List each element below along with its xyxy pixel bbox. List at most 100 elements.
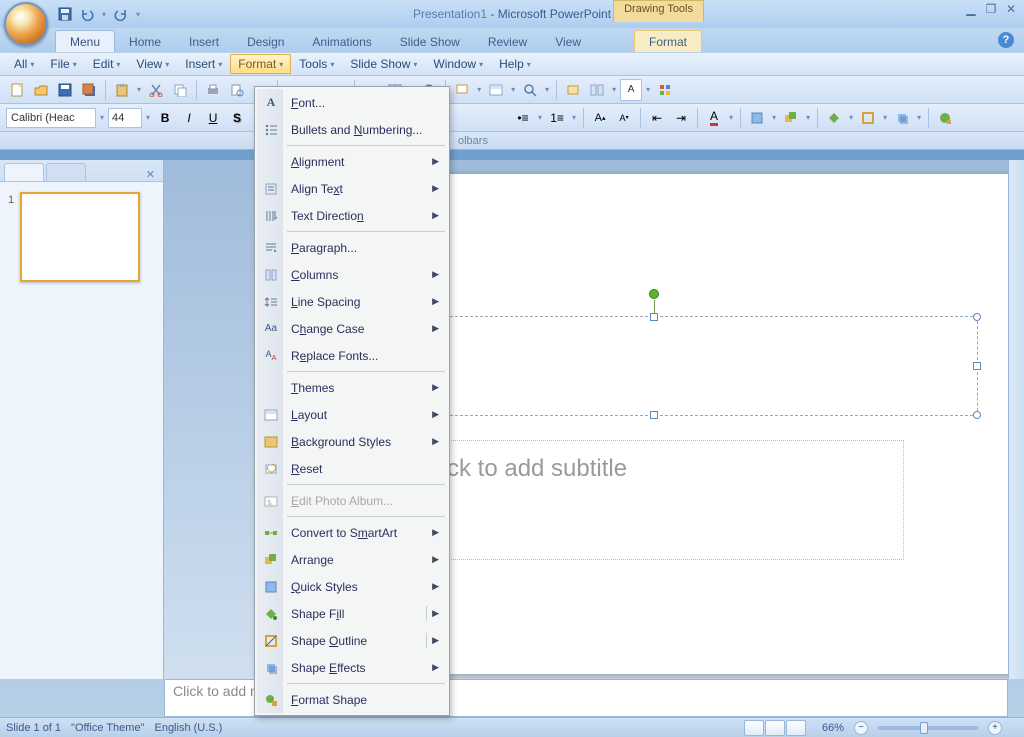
- menu-window[interactable]: Window▾: [425, 54, 491, 74]
- resize-handle-s[interactable]: [650, 411, 658, 419]
- menu-edit[interactable]: Edit▾: [85, 54, 129, 74]
- menu-tools[interactable]: Tools▾: [291, 54, 342, 74]
- arrange-toolbar-icon[interactable]: [780, 107, 802, 129]
- font-size-input[interactable]: [108, 108, 142, 128]
- grow-font-icon[interactable]: A▴: [589, 107, 611, 129]
- close-button[interactable]: ✕: [1004, 2, 1018, 16]
- ribbon-tab-slideshow[interactable]: Slide Show: [386, 31, 474, 52]
- numbering-icon[interactable]: 1≡: [546, 107, 568, 129]
- status-language[interactable]: English (U.S.): [154, 722, 222, 734]
- format-menu-item-3[interactable]: Alignment▶: [257, 148, 447, 175]
- menu-slideshow[interactable]: Slide Show▾: [342, 54, 425, 74]
- format-menu-item-8[interactable]: Columns▶: [257, 261, 447, 288]
- zoom-slider[interactable]: [878, 726, 978, 730]
- undo-icon[interactable]: [78, 5, 96, 23]
- sorter-view-button[interactable]: [765, 720, 785, 736]
- format-menu-item-4[interactable]: Align Text▶: [257, 175, 447, 202]
- save-icon[interactable]: [56, 5, 74, 23]
- menu-insert[interactable]: Insert▾: [177, 54, 230, 74]
- ribbon-tab-view[interactable]: View: [541, 31, 595, 52]
- format-menu-item-13[interactable]: Themes▶: [257, 374, 447, 401]
- zoom-percent[interactable]: 66%: [822, 722, 844, 734]
- menu-file[interactable]: File▾: [42, 54, 84, 74]
- ribbon-tab-animations[interactable]: Animations: [298, 31, 385, 52]
- menu-help[interactable]: Help▾: [491, 54, 539, 74]
- ribbon-tab-insert[interactable]: Insert: [175, 31, 233, 52]
- bold-button[interactable]: B: [154, 107, 176, 129]
- zoom-slider-thumb[interactable]: [920, 722, 928, 734]
- shape-outline-toolbar-icon[interactable]: [857, 107, 879, 129]
- italic-button[interactable]: I: [178, 107, 200, 129]
- saveas-icon[interactable]: [78, 79, 100, 101]
- shrink-font-icon[interactable]: A▾: [613, 107, 635, 129]
- format-shape-toolbar-icon[interactable]: [934, 107, 956, 129]
- minimize-button[interactable]: ▁: [964, 2, 978, 16]
- open-icon[interactable]: [30, 79, 52, 101]
- undo-split-icon[interactable]: ▾: [100, 10, 108, 19]
- new-icon[interactable]: [6, 79, 28, 101]
- new-window-icon[interactable]: [562, 79, 584, 101]
- quick-styles-toolbar-icon[interactable]: [746, 107, 768, 129]
- panel-tab-slides[interactable]: [4, 163, 44, 181]
- normal-view-button[interactable]: [744, 720, 764, 736]
- shape-effects-toolbar-icon[interactable]: [891, 107, 913, 129]
- paste-icon[interactable]: [111, 79, 133, 101]
- menu-all[interactable]: All▾: [6, 54, 42, 74]
- format-menu-item-21[interactable]: Arrange▶: [257, 546, 447, 573]
- cut-icon[interactable]: [145, 79, 167, 101]
- format-menu-item-27[interactable]: Format Shape: [257, 686, 447, 713]
- format-menu-item-23[interactable]: Shape Fill▶: [257, 600, 447, 627]
- panel-tab-outline[interactable]: [46, 163, 86, 181]
- copy-icon[interactable]: [169, 79, 191, 101]
- format-menu-item-1[interactable]: Bullets and Numbering...: [257, 116, 447, 143]
- zoom-in-button[interactable]: +: [988, 721, 1002, 735]
- format-menu-item-14[interactable]: Layout▶: [257, 401, 447, 428]
- color-scheme-icon[interactable]: [654, 79, 676, 101]
- resize-handle-ne[interactable]: [973, 313, 981, 321]
- increase-indent-icon[interactable]: ⇥: [670, 107, 692, 129]
- restore-button[interactable]: ❐: [984, 2, 998, 16]
- qat-customize-icon[interactable]: ▾: [134, 10, 142, 19]
- format-menu-item-5[interactable]: Text Direction▶: [257, 202, 447, 229]
- ribbon-tab-format[interactable]: Format: [634, 30, 702, 52]
- save-toolbar-icon[interactable]: [54, 79, 76, 101]
- arrange-all-icon[interactable]: [586, 79, 608, 101]
- format-menu-item-7[interactable]: Paragraph...: [257, 234, 447, 261]
- redo-icon[interactable]: [112, 5, 130, 23]
- ribbon-tab-design[interactable]: Design: [233, 31, 298, 52]
- panel-close-icon[interactable]: ✕: [142, 168, 159, 181]
- slide-thumbnail-1[interactable]: 1: [8, 192, 155, 282]
- zoom-icon[interactable]: [519, 79, 541, 101]
- format-menu-item-25[interactable]: Shape Effects▶: [257, 654, 447, 681]
- ribbon-tab-menu[interactable]: Menu: [55, 30, 115, 52]
- font-name-input[interactable]: [6, 108, 96, 128]
- format-menu-item-10[interactable]: AaChange Case▶: [257, 315, 447, 342]
- menu-view[interactable]: View▾: [128, 54, 177, 74]
- format-menu-item-22[interactable]: Quick Styles▶: [257, 573, 447, 600]
- decrease-indent-icon[interactable]: ⇤: [646, 107, 668, 129]
- office-button[interactable]: [4, 2, 48, 46]
- resize-handle-n[interactable]: [650, 313, 658, 321]
- resize-handle-e[interactable]: [973, 362, 981, 370]
- zoom-out-button[interactable]: −: [854, 721, 868, 735]
- help-icon[interactable]: ?: [998, 32, 1014, 48]
- format-menu-item-15[interactable]: Background Styles▶: [257, 428, 447, 455]
- font-color-icon[interactable]: A: [703, 107, 725, 129]
- rotate-handle[interactable]: [649, 289, 659, 299]
- shape-fill-toolbar-icon[interactable]: [823, 107, 845, 129]
- bullets-icon[interactable]: •≡: [512, 107, 534, 129]
- ribbon-tab-review[interactable]: Review: [474, 31, 541, 52]
- format-menu-item-16[interactable]: Reset: [257, 455, 447, 482]
- format-menu-item-11[interactable]: AAReplace Fonts...: [257, 342, 447, 369]
- layout-toolbar-icon[interactable]: [485, 79, 507, 101]
- print-icon[interactable]: [202, 79, 224, 101]
- new-slide-icon[interactable]: [451, 79, 473, 101]
- shadow-button[interactable]: S: [226, 107, 248, 129]
- underline-button[interactable]: U: [202, 107, 224, 129]
- textbox-a-icon[interactable]: A: [620, 79, 642, 101]
- ribbon-tab-home[interactable]: Home: [115, 31, 175, 52]
- format-menu-item-20[interactable]: Convert to SmartArt▶: [257, 519, 447, 546]
- format-menu-item-0[interactable]: AFont...: [257, 89, 447, 116]
- subtitle-placeholder[interactable]: Click to add subtitle: [404, 440, 904, 560]
- vertical-scrollbar[interactable]: [1008, 160, 1024, 679]
